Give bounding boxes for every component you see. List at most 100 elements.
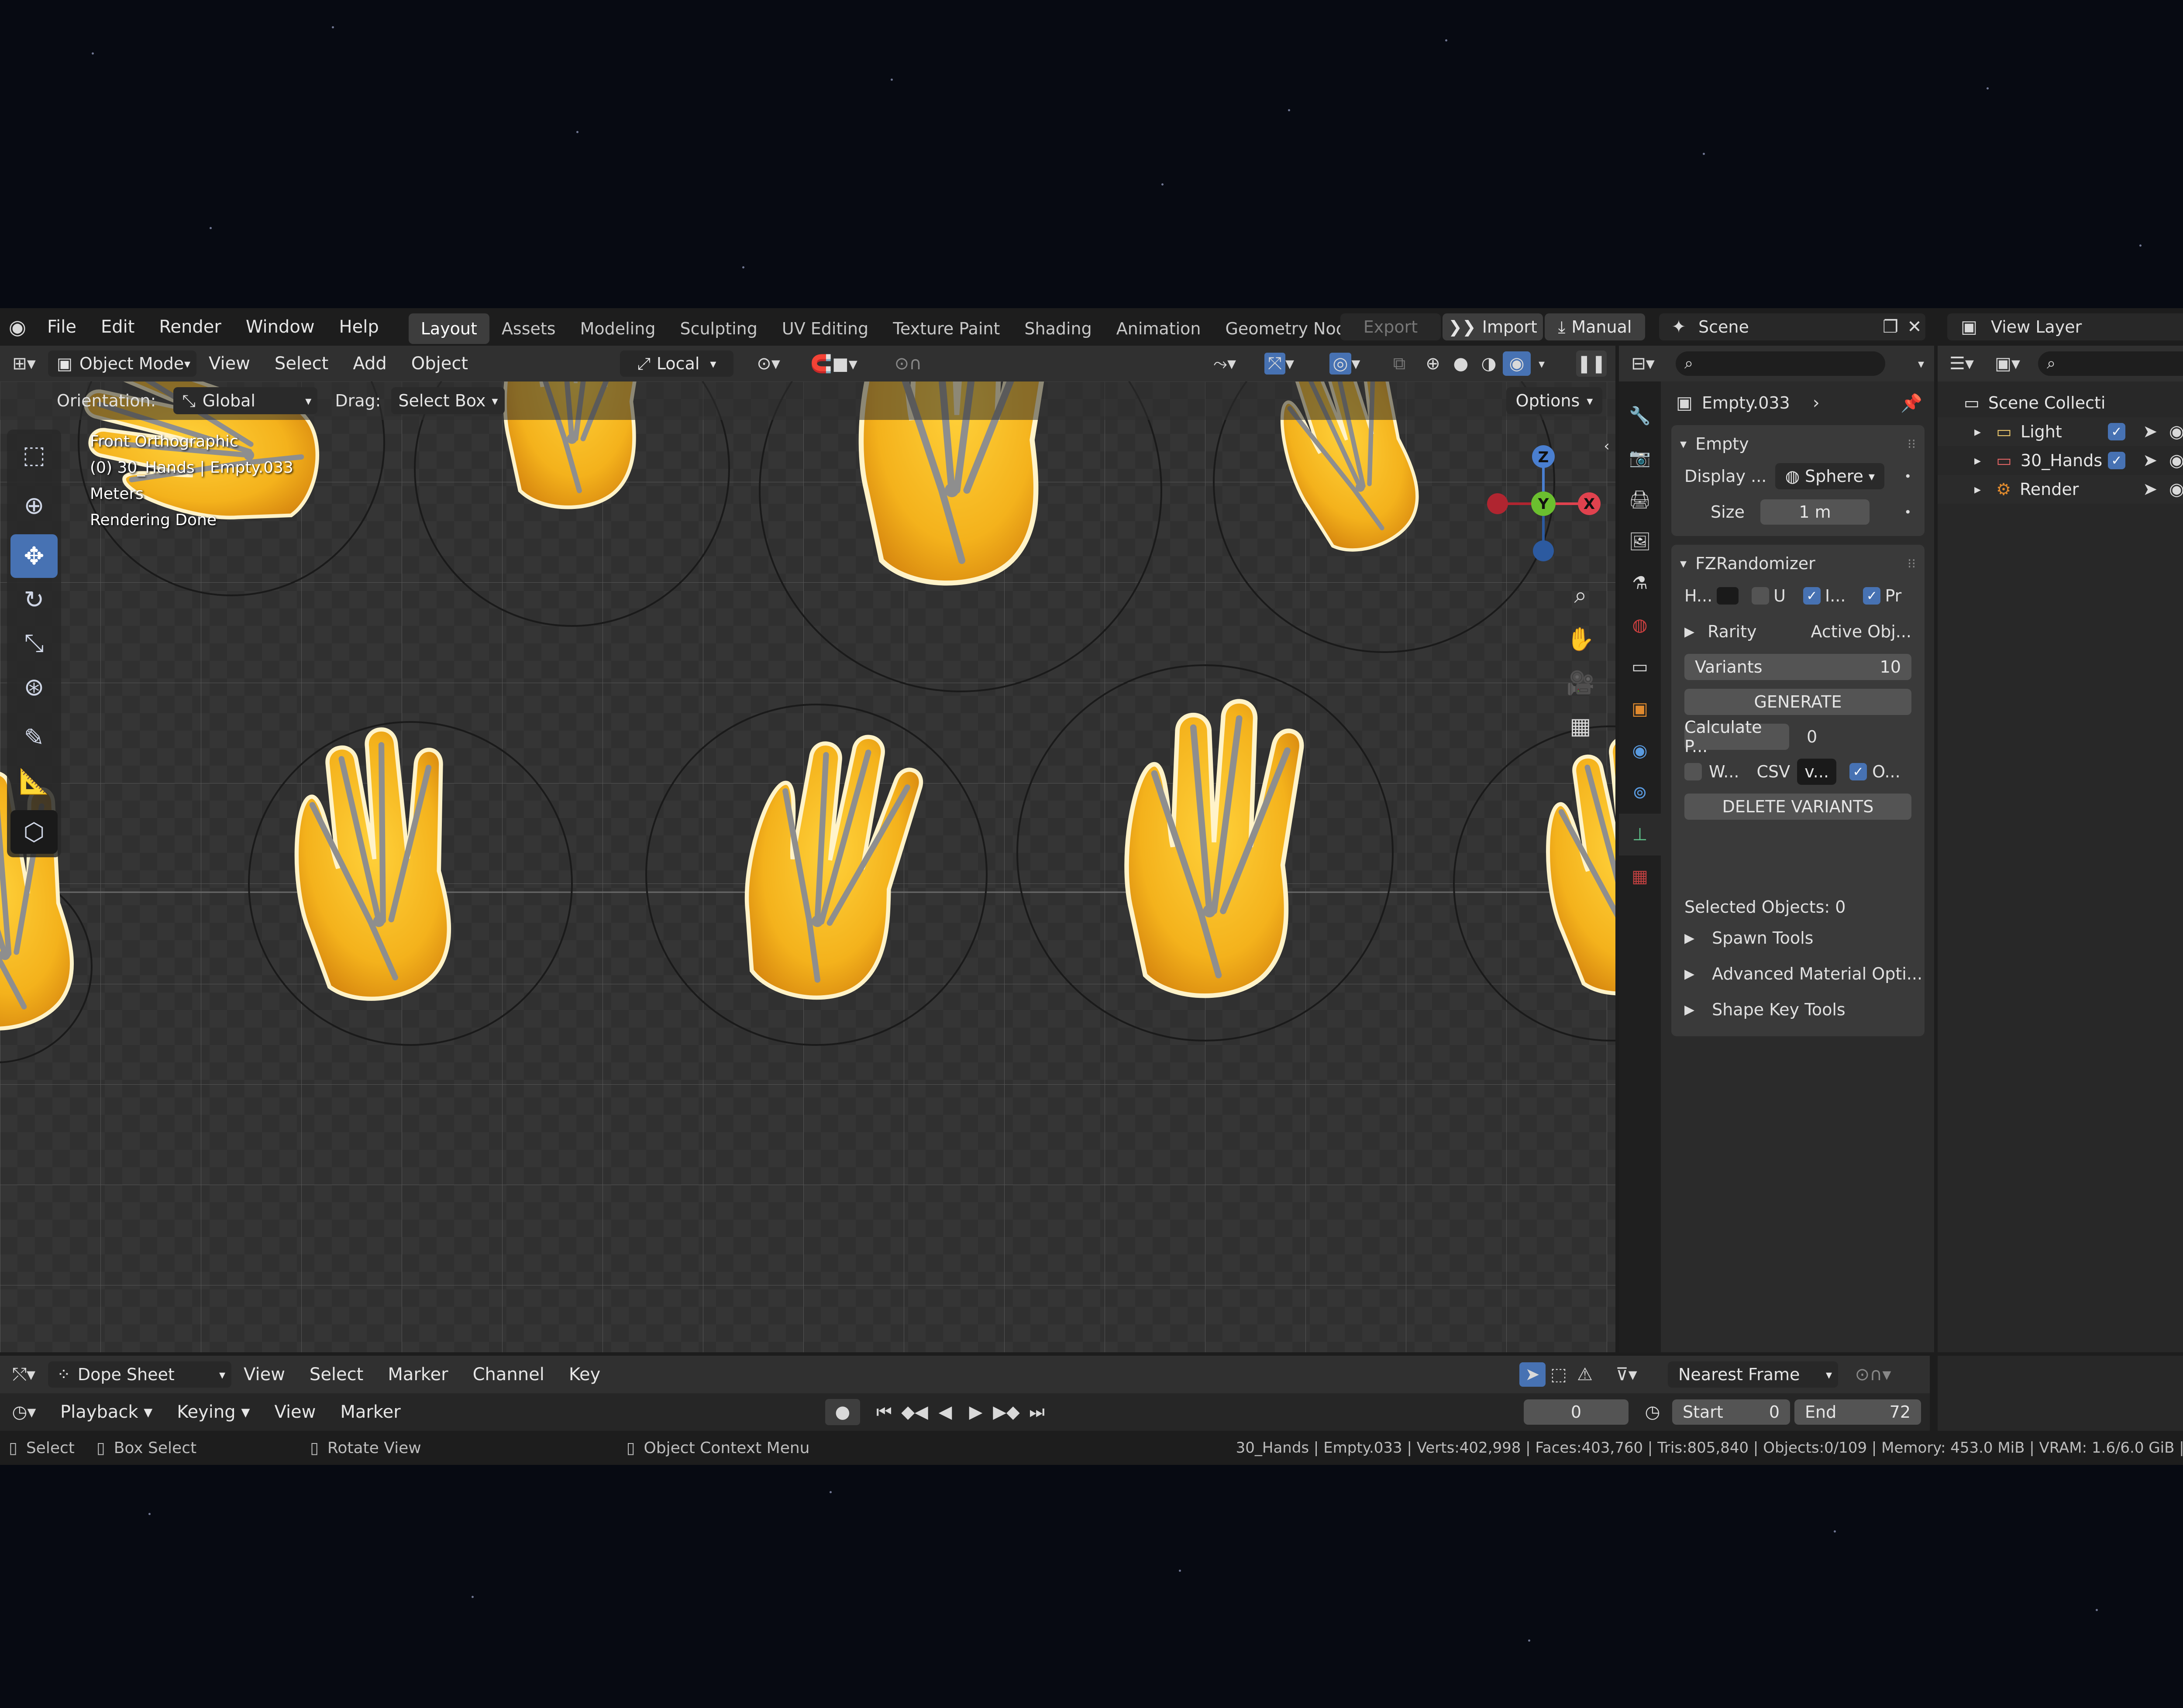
view-layer-icon[interactable]: ▣ bbox=[1947, 317, 1991, 337]
collection-tab-icon[interactable]: ▭ bbox=[1619, 646, 1661, 688]
ortho-toggle-icon[interactable]: ▦ bbox=[1561, 705, 1600, 748]
dopesheet-mode-selector[interactable]: ⁘ Dope Sheet ▾ bbox=[48, 1361, 231, 1388]
proportional-icon[interactable]: ⊙∩▾ bbox=[1842, 1364, 1904, 1385]
pan-hand-icon[interactable]: ✋ bbox=[1561, 617, 1600, 661]
dopesheet-menu-channel[interactable]: Channel bbox=[461, 1356, 557, 1393]
timeline-editor-type-icon[interactable]: ◷▾ bbox=[0, 1402, 48, 1422]
scene-tab-icon[interactable]: ⚗ bbox=[1619, 562, 1661, 604]
xray-toggle-icon[interactable]: ⧉ bbox=[1384, 346, 1415, 381]
start-frame-field[interactable]: Start 0 bbox=[1672, 1399, 1790, 1425]
preview-range-icon[interactable]: ◷ bbox=[1637, 1402, 1668, 1422]
dopesheet-menu-key[interactable]: Key bbox=[557, 1356, 613, 1393]
measure-tool-icon[interactable]: 📐 bbox=[10, 759, 58, 803]
move-tool-icon[interactable]: ✥ bbox=[10, 534, 58, 578]
jump-start-icon[interactable]: ⏮ bbox=[869, 1402, 899, 1422]
rarity-row[interactable]: ▶ Rarity Active Obj... bbox=[1671, 614, 1925, 650]
export-button[interactable]: Export bbox=[1340, 313, 1441, 340]
properties-editor-type-icon[interactable]: ⊟▾ bbox=[1619, 354, 1667, 374]
physics-tab-icon[interactable]: ◉ bbox=[1619, 730, 1661, 772]
new-scene-icon[interactable]: ❐ bbox=[1877, 317, 1904, 337]
jump-end-icon[interactable]: ⏭ bbox=[1022, 1402, 1052, 1422]
data-tab-icon[interactable]: ⊥ bbox=[1619, 814, 1661, 856]
chevron-right-icon[interactable]: › bbox=[1808, 393, 1825, 413]
snap-mode-selector[interactable]: Nearest Frame ▾ bbox=[1668, 1361, 1838, 1388]
world-tab-icon[interactable]: ◍ bbox=[1619, 604, 1661, 646]
tab-layout[interactable]: Layout bbox=[408, 313, 489, 344]
material-shading-icon[interactable]: ◑ bbox=[1475, 354, 1503, 374]
animate-dot-icon[interactable]: • bbox=[1904, 469, 1911, 484]
fz-u-checkbox[interactable] bbox=[1752, 587, 1770, 605]
advanced-material-subpanel[interactable]: ▶ Advanced Material Opti... bbox=[1671, 956, 1925, 992]
play-reverse-icon[interactable]: ◀ bbox=[930, 1402, 961, 1422]
viewport-menu-object[interactable]: Object bbox=[399, 346, 480, 381]
prev-keyframe-icon[interactable]: ◆◀ bbox=[899, 1402, 930, 1422]
timeline-menu-view[interactable]: View bbox=[262, 1393, 328, 1431]
fz-w-checkbox[interactable] bbox=[1684, 763, 1702, 780]
exclude-checkbox[interactable]: ✓ bbox=[2108, 423, 2125, 440]
dopesheet-editor-type-icon[interactable]: ⤲▾ bbox=[0, 1364, 48, 1385]
eye-icon[interactable]: ◉ bbox=[2169, 422, 2183, 442]
dopesheet-menu-marker[interactable]: Marker bbox=[375, 1356, 460, 1393]
viewport-menu-add[interactable]: Add bbox=[341, 346, 399, 381]
camera-view-icon[interactable]: 🎥 bbox=[1561, 661, 1600, 705]
outliner-item-light[interactable]: ▸ ▭ Light ✓ ➤ ◉ ◘ bbox=[1938, 417, 2183, 446]
pause-render-icon[interactable]: ❚❚ bbox=[1576, 351, 1607, 377]
tab-sculpting[interactable]: Sculpting bbox=[668, 313, 769, 344]
fz-o-checkbox[interactable]: ✓ bbox=[1849, 763, 1867, 780]
keying-menu[interactable]: Keying ▾ bbox=[165, 1393, 262, 1431]
transform-tool-icon[interactable]: ⊛ bbox=[10, 665, 58, 709]
remove-scene-icon[interactable]: ✕ bbox=[1904, 317, 1925, 337]
render-tab-icon[interactable]: 📷 bbox=[1619, 436, 1661, 478]
options-button[interactable]: Options ▾ bbox=[1506, 387, 1602, 414]
zoom-icon[interactable]: ⌕ bbox=[1561, 574, 1600, 617]
display-type-selector[interactable]: ◍ Sphere ▾ bbox=[1775, 463, 1885, 489]
scene-collection-row[interactable]: ▭ Scene Collecti bbox=[1938, 388, 2183, 417]
tab-animation[interactable]: Animation bbox=[1104, 313, 1213, 344]
current-frame-field[interactable]: 0 bbox=[1524, 1399, 1629, 1425]
tab-texture-paint[interactable]: Texture Paint bbox=[881, 313, 1012, 344]
dopesheet-menu-select[interactable]: Select bbox=[297, 1356, 375, 1393]
only-selected-icon[interactable]: ➤ bbox=[1519, 1362, 1546, 1387]
timeline-menu-marker[interactable]: Marker bbox=[328, 1393, 413, 1431]
manual-button[interactable]: ⤓ Manual bbox=[1545, 313, 1645, 340]
empty-panel-header[interactable]: ▾ Empty ⁝⁝ bbox=[1671, 430, 1925, 458]
shape-key-subpanel[interactable]: ▶ Shape Key Tools bbox=[1671, 992, 1925, 1028]
drag-handle-icon[interactable]: ⁝⁝ bbox=[1908, 556, 1916, 571]
rotate-tool-icon[interactable]: ↻ bbox=[10, 578, 58, 622]
navigation-gizmo[interactable]: Z X Y bbox=[1480, 438, 1611, 569]
new-view-layer-icon[interactable]: ❐ bbox=[2179, 317, 2183, 337]
csv-path-field[interactable]: v... bbox=[1797, 759, 1837, 785]
transform-orientation-selector[interactable]: ⤢ Local ▾ bbox=[620, 351, 733, 377]
snap-icon[interactable]: 🧲■▾ bbox=[795, 346, 873, 381]
visibility-icon[interactable]: ⤳▾ bbox=[1201, 346, 1249, 381]
gizmo-toggle-icon[interactable]: ⤧ ▾ bbox=[1253, 346, 1305, 381]
next-keyframe-icon[interactable]: ▶◆ bbox=[991, 1402, 1022, 1422]
eye-icon[interactable]: ◉ bbox=[2169, 479, 2183, 499]
shading-options-icon[interactable]: ▾ bbox=[1531, 357, 1553, 371]
properties-options-icon[interactable]: ▾ bbox=[1908, 357, 1934, 371]
3d-viewport[interactable]: Orientation: ⤡ Global ▾ Drag: Select Box… bbox=[0, 381, 1615, 1352]
editor-type-icon[interactable]: ⊞▾ bbox=[0, 354, 48, 374]
viewport-menu-view[interactable]: View bbox=[196, 346, 262, 381]
scale-tool-icon[interactable]: ⤡ bbox=[10, 622, 58, 665]
texture-tab-icon[interactable]: ▦ bbox=[1619, 856, 1661, 897]
annotate-tool-icon[interactable]: ✎ bbox=[10, 716, 58, 759]
scene-name[interactable]: Scene bbox=[1698, 317, 1749, 337]
generate-button[interactable]: GENERATE bbox=[1684, 689, 1911, 715]
exclude-checkbox[interactable]: ✓ bbox=[2108, 452, 2125, 469]
expand-arrow-icon[interactable]: ▸ bbox=[1974, 482, 1992, 497]
view-layer-tab-icon[interactable]: 🖼 bbox=[1619, 520, 1661, 562]
drag-selector[interactable]: Select Box ▾ bbox=[391, 387, 505, 414]
selectable-arrow-icon[interactable]: ➤ bbox=[2143, 479, 2158, 499]
tab-assets[interactable]: Assets bbox=[489, 313, 568, 344]
viewport-menu-select[interactable]: Select bbox=[262, 346, 341, 381]
display-mode-icon[interactable]: ▣▾ bbox=[1986, 354, 2029, 374]
drag-handle-icon[interactable]: ⁝⁝ bbox=[1908, 436, 1916, 452]
properties-search[interactable]: ⌕ bbox=[1676, 351, 1885, 376]
fz-pr-checkbox[interactable]: ✓ bbox=[1863, 587, 1881, 605]
menu-render[interactable]: Render bbox=[147, 308, 233, 346]
sidebar-toggle-icon[interactable]: ‹ bbox=[1598, 437, 1615, 455]
tab-modeling[interactable]: Modeling bbox=[568, 313, 668, 344]
fz-panel-header[interactable]: ▾ FZRandomizer ⁝⁝ bbox=[1671, 549, 1925, 578]
mode-selector[interactable]: ▣ Object Mode ▾ bbox=[48, 351, 196, 377]
